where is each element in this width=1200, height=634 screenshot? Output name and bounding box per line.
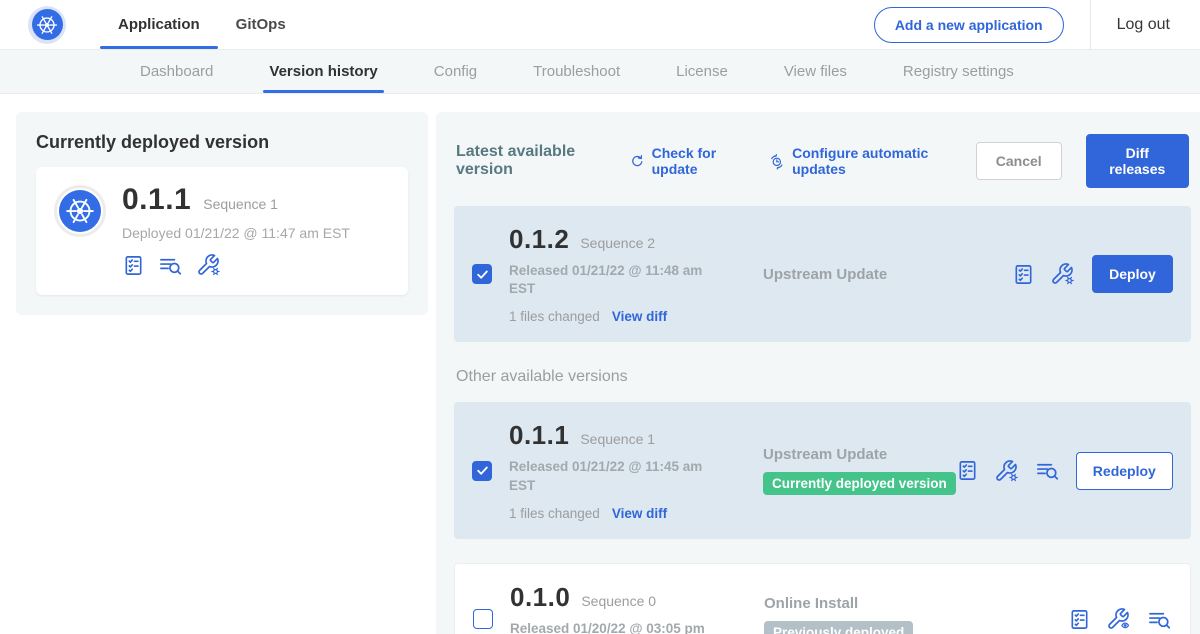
currently-deployed-panel: Currently deployed version: [16, 112, 428, 315]
kubernetes-logo-ring: [28, 6, 66, 44]
version-info: 0.1.2 Sequence 2 Released 01/21/22 @ 11:…: [509, 224, 725, 324]
header-spacer: [304, 0, 874, 49]
version-row-0-1-0: 0.1.0 Sequence 0 Released 01/20/22 @ 03:…: [454, 563, 1191, 634]
released-timestamp: Released 01/21/22 @ 11:48 am EST: [509, 262, 709, 298]
version-info: 0.1.1 Sequence 1 Released 01/21/22 @ 11:…: [509, 420, 725, 520]
version-row-0-1-2: 0.1.2 Sequence 2 Released 01/21/22 @ 11:…: [454, 206, 1191, 342]
logout-button[interactable]: Log out: [1090, 0, 1170, 49]
kubernetes-logo: [28, 0, 66, 49]
files-changed-label: 1 files changed: [509, 309, 600, 324]
deployed-sequence: Sequence 1: [203, 196, 278, 212]
edit-config-icon[interactable]: [994, 459, 1020, 483]
main-content: Currently deployed version: [0, 94, 1200, 634]
available-versions-header: Latest available version Check for updat…: [454, 130, 1191, 190]
configure-automatic-updates-link[interactable]: Configure automatic updates: [769, 145, 951, 177]
version-info: 0.1.0 Sequence 0 Released 01/20/22 @ 03:…: [510, 582, 726, 634]
subnav-tab-registry-settings[interactable]: Registry settings: [901, 50, 1016, 93]
version-sequence: Sequence 2: [580, 235, 655, 251]
release-notes-icon[interactable]: [956, 459, 979, 482]
version-number: 0.1.1: [509, 420, 569, 451]
version-actions-icons: [1068, 607, 1172, 631]
version-checkbox[interactable]: [472, 461, 492, 481]
version-checkbox[interactable]: [472, 264, 492, 284]
version-actions-icons: [1012, 262, 1076, 286]
version-sequence: Sequence 0: [581, 593, 656, 609]
header-tab-application[interactable]: Application: [100, 0, 218, 49]
version-number: 0.1.2: [509, 224, 569, 255]
version-actions-icons: [956, 459, 1060, 483]
app-subnav: Dashboard Version history Config Trouble…: [0, 49, 1200, 94]
version-source: Upstream Update Currently deployed versi…: [725, 446, 956, 495]
deployed-version-number: 0.1.1: [122, 183, 191, 217]
version-source: Online Install Previously deployed: [726, 595, 1068, 634]
check-icon: [476, 464, 489, 477]
source-type-label: Online Install: [764, 595, 858, 612]
subnav-tab-troubleshoot[interactable]: Troubleshoot: [531, 50, 622, 93]
previously-deployed-badge: Previously deployed: [764, 621, 913, 634]
preflight-checks-icon[interactable]: [1147, 608, 1172, 631]
app-logo: [54, 185, 106, 237]
source-type-label: Upstream Update: [763, 446, 887, 463]
check-for-update-link[interactable]: Check for update: [630, 145, 746, 177]
version-row-0-1-1: 0.1.1 Sequence 1 Released 01/21/22 @ 11:…: [454, 402, 1191, 538]
diff-releases-button[interactable]: Diff releases: [1086, 134, 1189, 188]
redeploy-button[interactable]: Redeploy: [1076, 452, 1173, 490]
subnav-tab-view-files[interactable]: View files: [782, 50, 849, 93]
release-notes-icon[interactable]: [1068, 608, 1091, 631]
refresh-icon: [630, 152, 645, 170]
currently-deployed-badge: Currently deployed version: [763, 472, 956, 495]
schedule-update-icon: [769, 152, 785, 171]
version-source: Upstream Update: [725, 266, 1012, 283]
deployed-info: 0.1.1 Sequence 1 Deployed 01/21/22 @ 11:…: [122, 183, 350, 277]
release-notes-icon[interactable]: [122, 254, 145, 277]
version-checkbox[interactable]: [473, 609, 493, 629]
check-icon: [476, 268, 489, 281]
app-header: Application GitOps Add a new application…: [0, 0, 1200, 49]
subnav-tab-dashboard[interactable]: Dashboard: [138, 50, 215, 93]
view-diff-link[interactable]: View diff: [612, 506, 667, 521]
preflight-checks-icon[interactable]: [158, 254, 183, 277]
files-changed-label: 1 files changed: [509, 506, 600, 521]
view-diff-link[interactable]: View diff: [612, 309, 667, 324]
subnav-tab-license[interactable]: License: [674, 50, 730, 93]
currently-deployed-title: Currently deployed version: [36, 132, 408, 153]
source-type-label: Upstream Update: [763, 266, 887, 283]
deployed-timestamp: Deployed 01/21/22 @ 11:47 am EST: [122, 225, 350, 241]
edit-config-icon[interactable]: [196, 253, 222, 277]
subnav-tab-version-history[interactable]: Version history: [267, 50, 379, 93]
released-timestamp: Released 01/20/22 @ 03:05 pm EST: [510, 620, 710, 634]
cancel-button[interactable]: Cancel: [976, 142, 1062, 180]
version-number: 0.1.0: [510, 582, 570, 613]
latest-available-title: Latest available version: [456, 143, 606, 179]
add-new-application-button[interactable]: Add a new application: [874, 7, 1064, 43]
other-available-versions-title: Other available versions: [456, 368, 1189, 386]
header-tab-gitops[interactable]: GitOps: [218, 0, 304, 49]
kubernetes-wheel-icon: [36, 14, 58, 36]
available-versions-panel: Latest available version Check for updat…: [436, 112, 1200, 634]
currently-deployed-card: 0.1.1 Sequence 1 Deployed 01/21/22 @ 11:…: [36, 167, 408, 295]
release-notes-icon[interactable]: [1012, 263, 1035, 286]
preflight-checks-icon[interactable]: [1035, 459, 1060, 482]
kubernetes-wheel-icon: [65, 196, 95, 226]
view-config-icon[interactable]: [1106, 607, 1132, 631]
deploy-button[interactable]: Deploy: [1092, 255, 1173, 293]
released-timestamp: Released 01/21/22 @ 11:45 am EST: [509, 458, 709, 494]
version-sequence: Sequence 1: [580, 431, 655, 447]
edit-config-icon[interactable]: [1050, 262, 1076, 286]
subnav-tab-config[interactable]: Config: [432, 50, 479, 93]
